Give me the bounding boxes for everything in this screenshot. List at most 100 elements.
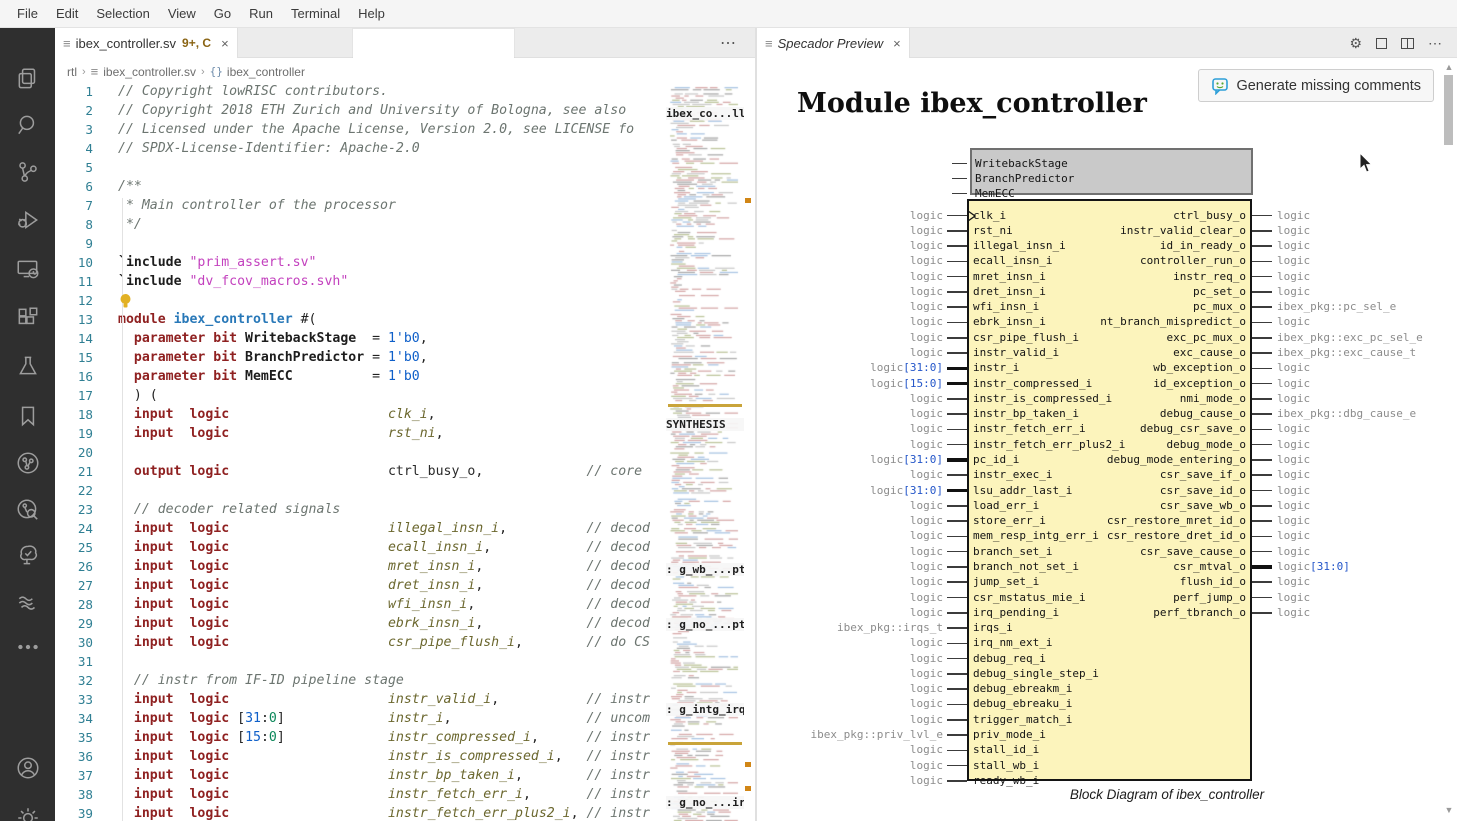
line-number[interactable]: 27 <box>55 576 93 595</box>
code-line[interactable]: 15 parameter bit BranchPredictor = 1'b0, <box>55 348 668 367</box>
menu-selection[interactable]: Selection <box>87 0 158 28</box>
code-line[interactable]: 37 input logic instr_bp_taken_i, // inst… <box>55 766 668 785</box>
line-number[interactable]: 21 <box>55 462 93 481</box>
code-line[interactable]: 8 */ <box>55 215 668 234</box>
code-line[interactable]: 19 input logic rst_ni, <box>55 424 668 443</box>
scroll-up-arrow-icon[interactable]: ▲ <box>1443 63 1455 72</box>
code-line[interactable]: 16 parameter bit MemECC = 1'b0 <box>55 367 668 386</box>
line-number[interactable]: 37 <box>55 766 93 785</box>
code-line[interactable]: 13module ibex_controller #( <box>55 310 668 329</box>
code-line[interactable]: 31 <box>55 652 668 671</box>
code-line[interactable]: 18 input logic clk_i, <box>55 405 668 424</box>
code-line[interactable]: 26 input logic mret_insn_i, // decod <box>55 557 668 576</box>
bookmarks-icon[interactable] <box>15 403 41 429</box>
tab-close-icon[interactable]: × <box>893 36 901 51</box>
code-line[interactable]: 1// Copyright lowRISC contributors. <box>55 82 668 101</box>
line-number[interactable]: 22 <box>55 481 93 500</box>
menu-help[interactable]: Help <box>349 0 394 28</box>
line-number[interactable]: 2 <box>55 101 93 120</box>
breadcrumb-root[interactable]: rtl <box>67 65 77 79</box>
line-number[interactable]: 15 <box>55 348 93 367</box>
tab-close-icon[interactable]: × <box>221 36 229 51</box>
scrollbar-thumb[interactable] <box>1444 75 1453 145</box>
waves-icon[interactable] <box>15 589 41 615</box>
scroll-down-arrow-icon[interactable]: ▼ <box>1443 806 1455 815</box>
code-line[interactable]: 3// Licensed under the Apache License, V… <box>55 120 668 139</box>
line-number[interactable]: 8 <box>55 215 93 234</box>
breadcrumb-symbol[interactable]: ibex_controller <box>227 65 305 79</box>
line-number[interactable]: 19 <box>55 424 93 443</box>
code-line[interactable]: 24 input logic illegal_insn_i, // decod <box>55 519 668 538</box>
code-line[interactable]: 29 input logic ebrk_insn_i, // decod <box>55 614 668 633</box>
menu-terminal[interactable]: Terminal <box>282 0 349 28</box>
code-line[interactable]: 14 parameter bit WritebackStage = 1'b0, <box>55 329 668 348</box>
code-line[interactable]: 11`include "dv_fcov_macros.svh" <box>55 272 668 291</box>
preview-settings-gear-icon[interactable]: ⚙ <box>1349 35 1362 52</box>
code-line[interactable]: 17 ) ( <box>55 386 668 405</box>
menu-go[interactable]: Go <box>205 0 240 28</box>
tab-ibex-controller[interactable]: ≡ ibex_controller.sv 9+, C × <box>55 28 238 58</box>
line-number[interactable]: 36 <box>55 747 93 766</box>
code-line[interactable]: 39 input logic instr_fetch_err_plus2_i, … <box>55 804 668 821</box>
line-number[interactable]: 3 <box>55 120 93 139</box>
line-number[interactable]: 20 <box>55 443 93 462</box>
extensions-icon[interactable] <box>15 305 41 331</box>
code-line[interactable]: 36 input logic instr_is_compressed_i, //… <box>55 747 668 766</box>
line-number[interactable]: 5 <box>55 158 93 177</box>
code-line[interactable]: 4// SPDX-License-Identifier: Apache-2.0 <box>55 139 668 158</box>
search-icon[interactable] <box>15 112 41 138</box>
code-search-icon[interactable] <box>15 497 41 523</box>
line-number[interactable]: 24 <box>55 519 93 538</box>
code-line[interactable]: 23 // decoder related signals <box>55 500 668 519</box>
line-number[interactable]: 13 <box>55 310 93 329</box>
more-tools-icon[interactable] <box>15 634 41 660</box>
run-debug-icon[interactable] <box>15 207 41 233</box>
code-line[interactable]: 9 <box>55 234 668 253</box>
code-line[interactable]: 2// Copyright 2018 ETH Zurich and Univer… <box>55 101 668 120</box>
code-line[interactable]: 28 input logic wfi_insn_i, // decod <box>55 595 668 614</box>
line-number[interactable]: 10 <box>55 253 93 272</box>
line-number[interactable]: 7 <box>55 196 93 215</box>
line-number[interactable]: 17 <box>55 386 93 405</box>
menu-edit[interactable]: Edit <box>47 0 87 28</box>
files-icon[interactable] <box>15 66 41 92</box>
code-line[interactable]: 12 <box>55 291 668 310</box>
line-number[interactable]: 28 <box>55 595 93 614</box>
line-number[interactable]: 6 <box>55 177 93 196</box>
preview-open-file-icon[interactable] <box>1376 38 1387 49</box>
code-line[interactable]: 35 input logic [15:0] instr_compressed_i… <box>55 728 668 747</box>
code-line[interactable]: 22 <box>55 481 668 500</box>
line-number[interactable]: 9 <box>55 234 93 253</box>
line-number[interactable]: 38 <box>55 785 93 804</box>
line-number[interactable]: 26 <box>55 557 93 576</box>
line-number[interactable]: 1 <box>55 82 93 101</box>
code-line[interactable]: 30 input logic csr_pipe_flush_i, // do C… <box>55 633 668 652</box>
line-number[interactable]: 29 <box>55 614 93 633</box>
editor-actions-more-icon[interactable]: ⋯ <box>720 33 737 53</box>
line-number[interactable]: 34 <box>55 709 93 728</box>
line-number[interactable]: 18 <box>55 405 93 424</box>
line-number[interactable]: 14 <box>55 329 93 348</box>
code-editor[interactable]: 1// Copyright lowRISC contributors.2// C… <box>55 82 668 821</box>
code-line[interactable]: 32 // instr from IF-ID pipeline stage <box>55 671 668 690</box>
code-line[interactable]: 10`include "prim_assert.sv" <box>55 253 668 272</box>
account-icon[interactable] <box>15 755 41 781</box>
line-number[interactable]: 35 <box>55 728 93 747</box>
generate-missing-comments-button[interactable]: Generate missing comments <box>1198 69 1434 102</box>
code-line[interactable]: 27 input logic dret_insn_i, // decod <box>55 576 668 595</box>
pipeline-icon[interactable] <box>15 450 41 476</box>
line-number[interactable]: 4 <box>55 139 93 158</box>
code-line[interactable]: 34 input logic [31:0] instr_i, // uncom <box>55 709 668 728</box>
split-editor-icon[interactable] <box>1401 38 1414 49</box>
code-line[interactable]: 5 <box>55 158 668 177</box>
line-number[interactable]: 39 <box>55 804 93 821</box>
menu-run[interactable]: Run <box>240 0 282 28</box>
code-line[interactable]: 25 input logic ecall_insn_i, // decod <box>55 538 668 557</box>
line-number[interactable]: 16 <box>55 367 93 386</box>
remote-explorer-icon[interactable] <box>15 256 41 282</box>
menu-file[interactable]: File <box>8 0 47 28</box>
line-number[interactable]: 33 <box>55 690 93 709</box>
source-control-icon[interactable] <box>15 159 41 185</box>
line-number[interactable]: 31 <box>55 652 93 671</box>
line-number[interactable]: 30 <box>55 633 93 652</box>
